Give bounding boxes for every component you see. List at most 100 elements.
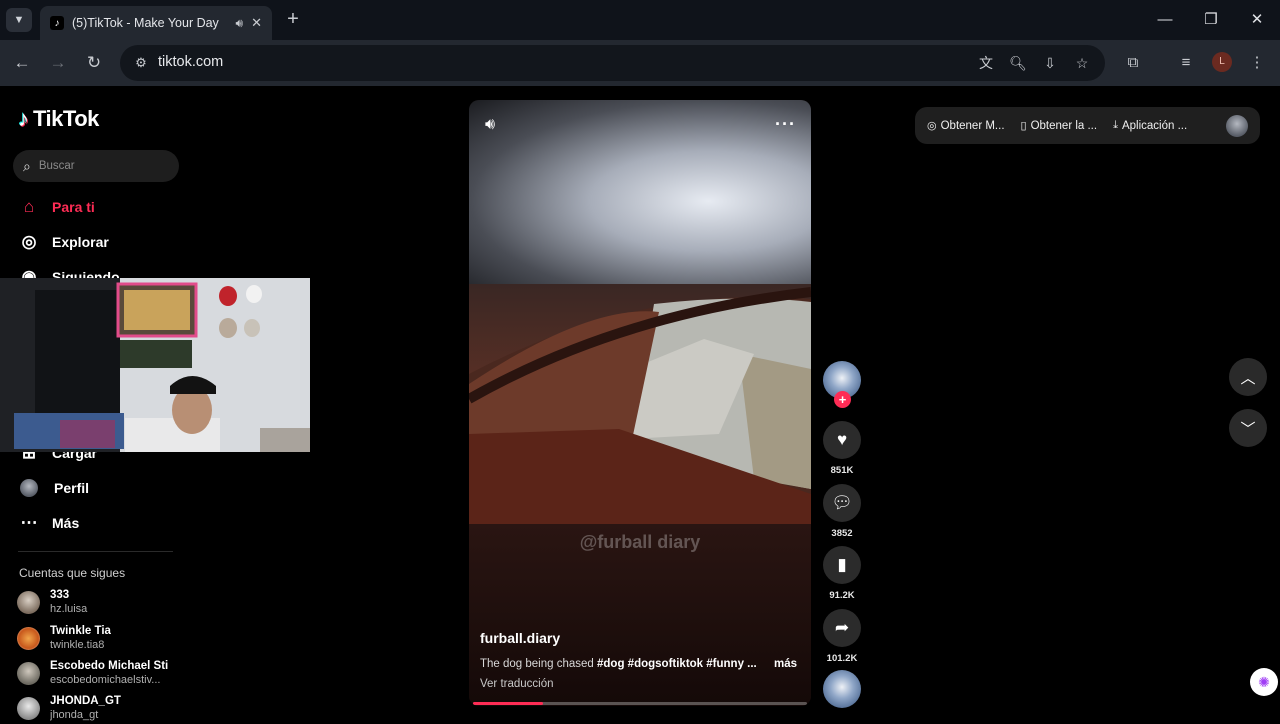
account-name: JHONDA_GT [50, 695, 121, 707]
chevron-down-icon: ﹀ [1240, 420, 1256, 438]
assistant-extension-icon[interactable]: ✺ [1250, 668, 1278, 696]
download-icon: ⤓ [1113, 119, 1118, 131]
get-app-label: Obtener la ... [1030, 119, 1098, 132]
browser-toolbar: ← → ↻ ⚙ tiktok.com 文 🔍︎ ⇩ ☆ ⧉ ≡ L ⋮ [0, 40, 1280, 86]
browser-menu-icon[interactable]: ⋮ [1246, 52, 1268, 74]
home-icon: ⌂ [23, 197, 35, 216]
following-account[interactable]: Twinkle Tia twinkle.tia8 [17, 622, 187, 654]
logo-text: TikTok [33, 106, 99, 131]
phone-icon: ▯ [1020, 120, 1027, 132]
more-options-icon[interactable]: ··· [775, 114, 797, 136]
sound-disc-avatar[interactable] [823, 670, 861, 708]
coin-icon: ◎ [927, 120, 937, 132]
reload-button[interactable]: ↻ [82, 51, 106, 75]
video-progress-fill [473, 702, 544, 705]
comment-count: 3852 [831, 528, 853, 539]
sidebar-item-label: Más [52, 515, 80, 531]
translate-link[interactable]: Ver traducción [480, 678, 554, 690]
save-button[interactable]: ▮ [823, 546, 861, 584]
chevron-up-icon: ︿ [1240, 369, 1256, 387]
next-video-button[interactable]: ﹀ [1229, 409, 1267, 447]
tab-search-button[interactable]: ▼ [6, 8, 32, 32]
more-description-link[interactable]: más [774, 658, 797, 670]
share-count: 101.2K [826, 653, 858, 664]
video-author[interactable]: furball.diary [480, 630, 560, 646]
avatar [17, 626, 40, 650]
video-scene [469, 287, 811, 524]
account-handle: hz.luisa [50, 603, 88, 615]
user-avatar[interactable] [1226, 114, 1248, 137]
desktop-app-label: Aplicación ... [1121, 119, 1188, 132]
sidebar-item-label: Perfil [54, 480, 90, 496]
bookmark-icon: ▮ [837, 555, 847, 574]
avatar [17, 661, 40, 685]
search-box[interactable]: ⌕ [13, 150, 179, 182]
forward-button[interactable]: → [46, 51, 70, 75]
get-coins-label: Obtener M... [940, 119, 1005, 132]
minimize-button[interactable]: — [1142, 8, 1188, 32]
following-account[interactable]: 333 hz.luisa [17, 586, 187, 618]
description-hashtags[interactable]: #dog #dogsoftiktok #funny ... [597, 658, 757, 670]
media-control-icon[interactable]: ≡ [1175, 52, 1197, 74]
browser-tab[interactable]: ♪ (5)TikTok - Make Your Day 🔊︎ ✕ [40, 6, 272, 40]
new-tab-button[interactable]: + [282, 9, 304, 31]
browser-tab-bar: ▼ ♪ (5)TikTok - Make Your Day 🔊︎ ✕ + — ❐… [0, 0, 1280, 40]
close-tab-icon[interactable]: ✕ [251, 15, 262, 31]
video-watermark: @furball diary [579, 532, 701, 552]
browser-profile-avatar[interactable]: L [1212, 52, 1232, 72]
sidebar-divider [18, 551, 173, 552]
url-text[interactable]: tiktok.com [158, 54, 223, 70]
chevron-down-icon: ▼ [13, 14, 25, 26]
tiktok-logo[interactable]: ♪ TikTok [18, 106, 99, 132]
speaker-icon[interactable]: 🔊︎ [236, 16, 244, 31]
top-action-bar: ◎ Obtener M... ▯ Obtener la ... ⤓ Aplicació… [915, 107, 1260, 144]
save-count: 91.2K [829, 590, 855, 601]
sidebar-item-perfil[interactable]: Perfil [18, 473, 178, 503]
account-name: Twinkle Tia [50, 625, 111, 637]
sidebar-item-para-ti[interactable]: ⌂ Para ti [18, 192, 178, 222]
following-account[interactable]: Escobedo Michael Sti escobedomichaelstiv.… [17, 657, 187, 689]
avatar [17, 590, 40, 614]
sidebar-item-explorar[interactable]: ◎ Explorar [18, 227, 178, 257]
comment-icon: 💬︎ [831, 493, 853, 512]
install-app-icon[interactable]: ⇩ [1040, 53, 1060, 73]
share-icon: ➦ [834, 618, 850, 637]
video-player[interactable]: 🔊︎ ··· @furball diary furball.diary The … [469, 100, 811, 706]
site-settings-icon[interactable]: ⚙ [132, 54, 150, 72]
webcam-scene [0, 278, 310, 452]
follow-plus-icon[interactable]: + [834, 391, 851, 408]
get-app-link[interactable]: ▯ Obtener la ... [1020, 119, 1098, 133]
sidebar-item-mas[interactable]: ⋯ Más [18, 508, 178, 538]
search-icon[interactable]: ⌕ [23, 158, 31, 175]
share-button[interactable]: ➦ [823, 609, 861, 647]
video-progress-bar[interactable] [473, 702, 807, 705]
account-handle: escobedomichaelstiv... [50, 674, 161, 686]
bookmark-star-icon[interactable]: ☆ [1072, 53, 1092, 73]
like-button[interactable]: ♥ [823, 421, 861, 459]
desktop-app-link[interactable]: ⤓ Aplicación ... [1113, 119, 1187, 132]
comment-button[interactable]: 💬︎ [823, 484, 861, 522]
translate-icon[interactable]: 文 [976, 53, 996, 73]
tab-title: (5)TikTok - Make Your Day [72, 16, 219, 30]
like-count: 851K [830, 465, 854, 476]
back-button[interactable]: ← [10, 51, 34, 75]
webcam-overlay [0, 278, 310, 452]
following-account[interactable]: JHONDA_GT jhonda_gt [17, 692, 187, 724]
zoom-icon[interactable]: 🔍︎ [1008, 53, 1028, 73]
volume-icon[interactable]: 🔊︎ [485, 116, 507, 138]
restore-button[interactable]: ❐ [1188, 8, 1234, 32]
avatar [17, 696, 40, 720]
account-name: 333 [50, 589, 70, 601]
window-close-button[interactable]: ✕ [1234, 8, 1280, 32]
profile-icon [20, 479, 38, 497]
sidebar-item-label: Explorar [52, 234, 109, 250]
get-coins-link[interactable]: ◎ Obtener M... [927, 119, 1005, 133]
previous-video-button[interactable]: ︿ [1229, 358, 1267, 396]
sidebar-item-label: Para ti [52, 199, 95, 215]
tiktok-note-icon: ♪ [18, 106, 29, 131]
account-name: Escobedo Michael Sti [50, 660, 169, 672]
search-input[interactable] [38, 160, 159, 172]
following-accounts-header: Cuentas que sigues [19, 566, 126, 580]
extensions-icon[interactable]: ⧉ [1122, 52, 1144, 74]
address-bar[interactable]: ⚙ tiktok.com 文 🔍︎ ⇩ ☆ [120, 45, 1105, 81]
